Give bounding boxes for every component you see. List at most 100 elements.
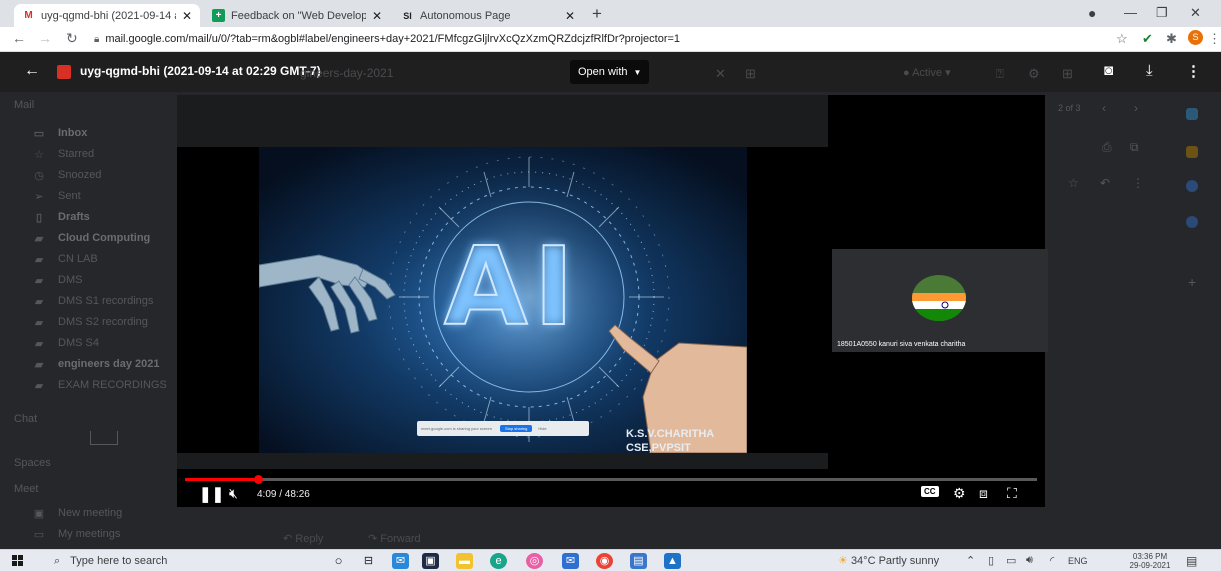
battery-icon[interactable]: ▯ bbox=[988, 554, 994, 567]
back-arrow-icon[interactable]: ← bbox=[24, 62, 40, 80]
share-status-text: meet.google.com is sharing your screen bbox=[421, 426, 492, 431]
photos-app-icon[interactable]: ◎ bbox=[526, 553, 543, 569]
stop-sharing-button[interactable]: Stop sharing bbox=[499, 425, 533, 432]
forward-button[interactable]: ↷ Forward bbox=[368, 532, 421, 545]
sidebar-item-cn-lab[interactable]: ▰ CN LAB bbox=[0, 249, 176, 269]
display-icon[interactable]: ▭ bbox=[1006, 554, 1016, 567]
keep-app-icon[interactable] bbox=[1186, 146, 1198, 158]
fullscreen-icon[interactable]: ⛶ bbox=[1007, 485, 1017, 502]
meet-my-meetings[interactable]: ▭ My meetings bbox=[0, 524, 176, 544]
meet-section-header[interactable]: Meet bbox=[14, 483, 38, 495]
cortana-icon[interactable]: ○ bbox=[330, 553, 347, 569]
reload-icon[interactable]: ↻ bbox=[66, 30, 78, 47]
miniplayer-icon[interactable]: ⧈ bbox=[979, 485, 988, 502]
close-icon[interactable]: ✕ bbox=[565, 9, 575, 23]
chat-empty-icon bbox=[90, 431, 118, 445]
tab-title: Autonomous Page bbox=[420, 9, 511, 22]
edge-icon[interactable]: e bbox=[490, 553, 507, 569]
close-icon[interactable]: ✕ bbox=[372, 9, 382, 23]
sidebar-item-dms-s1[interactable]: ▰ DMS S1 recordings bbox=[0, 291, 176, 311]
outlook-icon[interactable]: ✉ bbox=[562, 553, 579, 569]
hide-button[interactable]: Hide bbox=[538, 426, 546, 431]
star-icon[interactable]: ☆ bbox=[1068, 176, 1079, 190]
sidebar-item-drafts[interactable]: ▯ Drafts bbox=[0, 207, 176, 227]
chrome-icon[interactable]: ◉ bbox=[596, 553, 613, 569]
meet-new-meeting[interactable]: ▣ New meeting bbox=[0, 503, 176, 523]
volume-icon[interactable]: 🔊︎ bbox=[1026, 554, 1033, 567]
close-icon[interactable]: ✕ bbox=[182, 9, 192, 23]
pause-icon[interactable]: ❚❚ bbox=[199, 485, 224, 503]
tab-gmail[interactable]: M uyg-qgmd-bhi (2021-09-14 at 02: ✕ bbox=[14, 4, 200, 27]
video-player[interactable]: AI K.S.V.CHARITHA CSE,PVPSIT meet.google… bbox=[177, 95, 1048, 507]
open-with-button[interactable]: Open with ▼ bbox=[570, 60, 650, 84]
show-hidden-icons[interactable]: ⌃ bbox=[966, 554, 975, 567]
sidebar-item-dms[interactable]: ▰ DMS bbox=[0, 270, 176, 290]
sidebar-item-exam-recordings[interactable]: ▰ EXAM RECORDINGS bbox=[0, 375, 176, 395]
browser-menu-icon[interactable]: ⋮ bbox=[1208, 31, 1221, 47]
add-addon-icon[interactable]: + bbox=[1188, 274, 1196, 290]
draft-icon: ▯ bbox=[35, 211, 43, 224]
profile-avatar[interactable]: S bbox=[1188, 30, 1203, 45]
settings-gear-icon[interactable]: ⚙ bbox=[953, 485, 966, 502]
chat-section-header[interactable]: Chat bbox=[14, 413, 37, 425]
sidebar-item-snoozed[interactable]: ◷ Snoozed bbox=[0, 165, 176, 185]
notepad-icon[interactable]: ▤ bbox=[630, 553, 647, 569]
reply-icon[interactable]: ↶ bbox=[1100, 176, 1110, 190]
weather-widget[interactable]: ☀ 34°C Partly sunny bbox=[838, 554, 939, 567]
file-explorer-icon[interactable]: ▬ bbox=[456, 553, 473, 569]
open-new-window-icon[interactable]: ⧉ bbox=[1130, 140, 1139, 155]
tab-autonomous[interactable]: SI Autonomous Page ✕ bbox=[393, 4, 583, 27]
tab-feedback[interactable]: + Feedback on "Web Development ✕ bbox=[204, 4, 390, 27]
label-icon: ▰ bbox=[34, 379, 44, 392]
reply-button[interactable]: ↶ Reply bbox=[283, 532, 323, 545]
download-icon[interactable]: ⤓ bbox=[1146, 62, 1153, 79]
sidebar-item-sent[interactable]: ➢ Sent bbox=[0, 186, 176, 206]
store-icon[interactable]: ▣ bbox=[422, 553, 439, 569]
scrubber-handle[interactable] bbox=[254, 475, 264, 484]
calendar-app-icon[interactable] bbox=[1186, 108, 1198, 120]
sidebar-item-inbox[interactable]: ▭ Inbox bbox=[0, 123, 176, 143]
bookmark-star-icon[interactable]: ☆ bbox=[1116, 31, 1128, 47]
newer-icon[interactable]: › bbox=[1134, 101, 1138, 115]
sidebar-item-engineers-day[interactable]: ▰ engineers day 2021 bbox=[0, 354, 176, 374]
taskbar-search[interactable]: ⌕ Type here to search bbox=[34, 551, 304, 571]
clock-icon: ◷ bbox=[34, 169, 44, 182]
sidebar-item-dms-s4[interactable]: ▰ DMS S4 bbox=[0, 333, 176, 353]
progress-bar[interactable] bbox=[185, 475, 1037, 484]
mail-section-header[interactable]: Mail bbox=[14, 99, 34, 111]
language-indicator[interactable]: ENG bbox=[1068, 556, 1088, 566]
restore-icon[interactable]: ❐ bbox=[1156, 5, 1168, 21]
tab-search-icon[interactable]: ● bbox=[1088, 5, 1096, 21]
older-icon[interactable]: ‹ bbox=[1102, 101, 1106, 115]
print-icon[interactable]: ⎙ bbox=[1102, 140, 1112, 155]
contacts-app-icon[interactable] bbox=[1186, 216, 1198, 228]
back-icon[interactable]: ← bbox=[12, 30, 26, 46]
system-clock[interactable]: 03:36 PM 29-09-2021 bbox=[1128, 552, 1172, 570]
spaces-section-header[interactable]: Spaces bbox=[14, 457, 51, 469]
forward-icon[interactable]: → bbox=[38, 30, 52, 46]
minimize-icon[interactable]: — bbox=[1124, 5, 1137, 20]
new-tab-button[interactable]: + bbox=[592, 4, 602, 24]
sidebar-item-starred[interactable]: ☆ Starred bbox=[0, 144, 176, 164]
extension-check-icon[interactable]: ✔ bbox=[1142, 31, 1153, 47]
windows-start-icon[interactable] bbox=[12, 555, 24, 567]
tasks-app-icon[interactable] bbox=[1186, 180, 1198, 192]
wifi-icon[interactable]: ◜ bbox=[1050, 554, 1054, 567]
mail-app-icon[interactable]: ✉ bbox=[392, 553, 409, 569]
sidebar-item-dms-s2[interactable]: ▰ DMS S2 recording bbox=[0, 312, 176, 332]
more-icon[interactable]: ⋮ bbox=[1132, 176, 1144, 190]
task-view-icon[interactable]: ⊟ bbox=[360, 553, 377, 569]
label-icon: ▰ bbox=[34, 274, 44, 287]
sidebar-item-cloud-computing[interactable]: ▰ Cloud Computing bbox=[0, 228, 176, 248]
label-icon: ▰ bbox=[34, 337, 44, 350]
more-actions-icon[interactable]: ⋮ bbox=[1186, 62, 1201, 80]
window-close-icon[interactable]: ✕ bbox=[1190, 5, 1201, 21]
muted-volume-icon[interactable]: 🔇︎ bbox=[229, 485, 238, 502]
notification-icon[interactable]: ▤ bbox=[1186, 554, 1197, 568]
address-bar[interactable]: 🔒︎ mail.google.com/mail/u/0/?tab=rm&ogbl… bbox=[94, 29, 994, 49]
add-to-drive-icon[interactable]: ◙ bbox=[1104, 62, 1113, 79]
photos-icon[interactable]: ▲ bbox=[664, 553, 681, 569]
captions-icon[interactable]: CC bbox=[921, 486, 939, 497]
url-text: mail.google.com/mail/u/0/?tab=rm&ogbl#la… bbox=[105, 33, 681, 45]
extensions-puzzle-icon[interactable]: ✱ bbox=[1166, 31, 1177, 47]
